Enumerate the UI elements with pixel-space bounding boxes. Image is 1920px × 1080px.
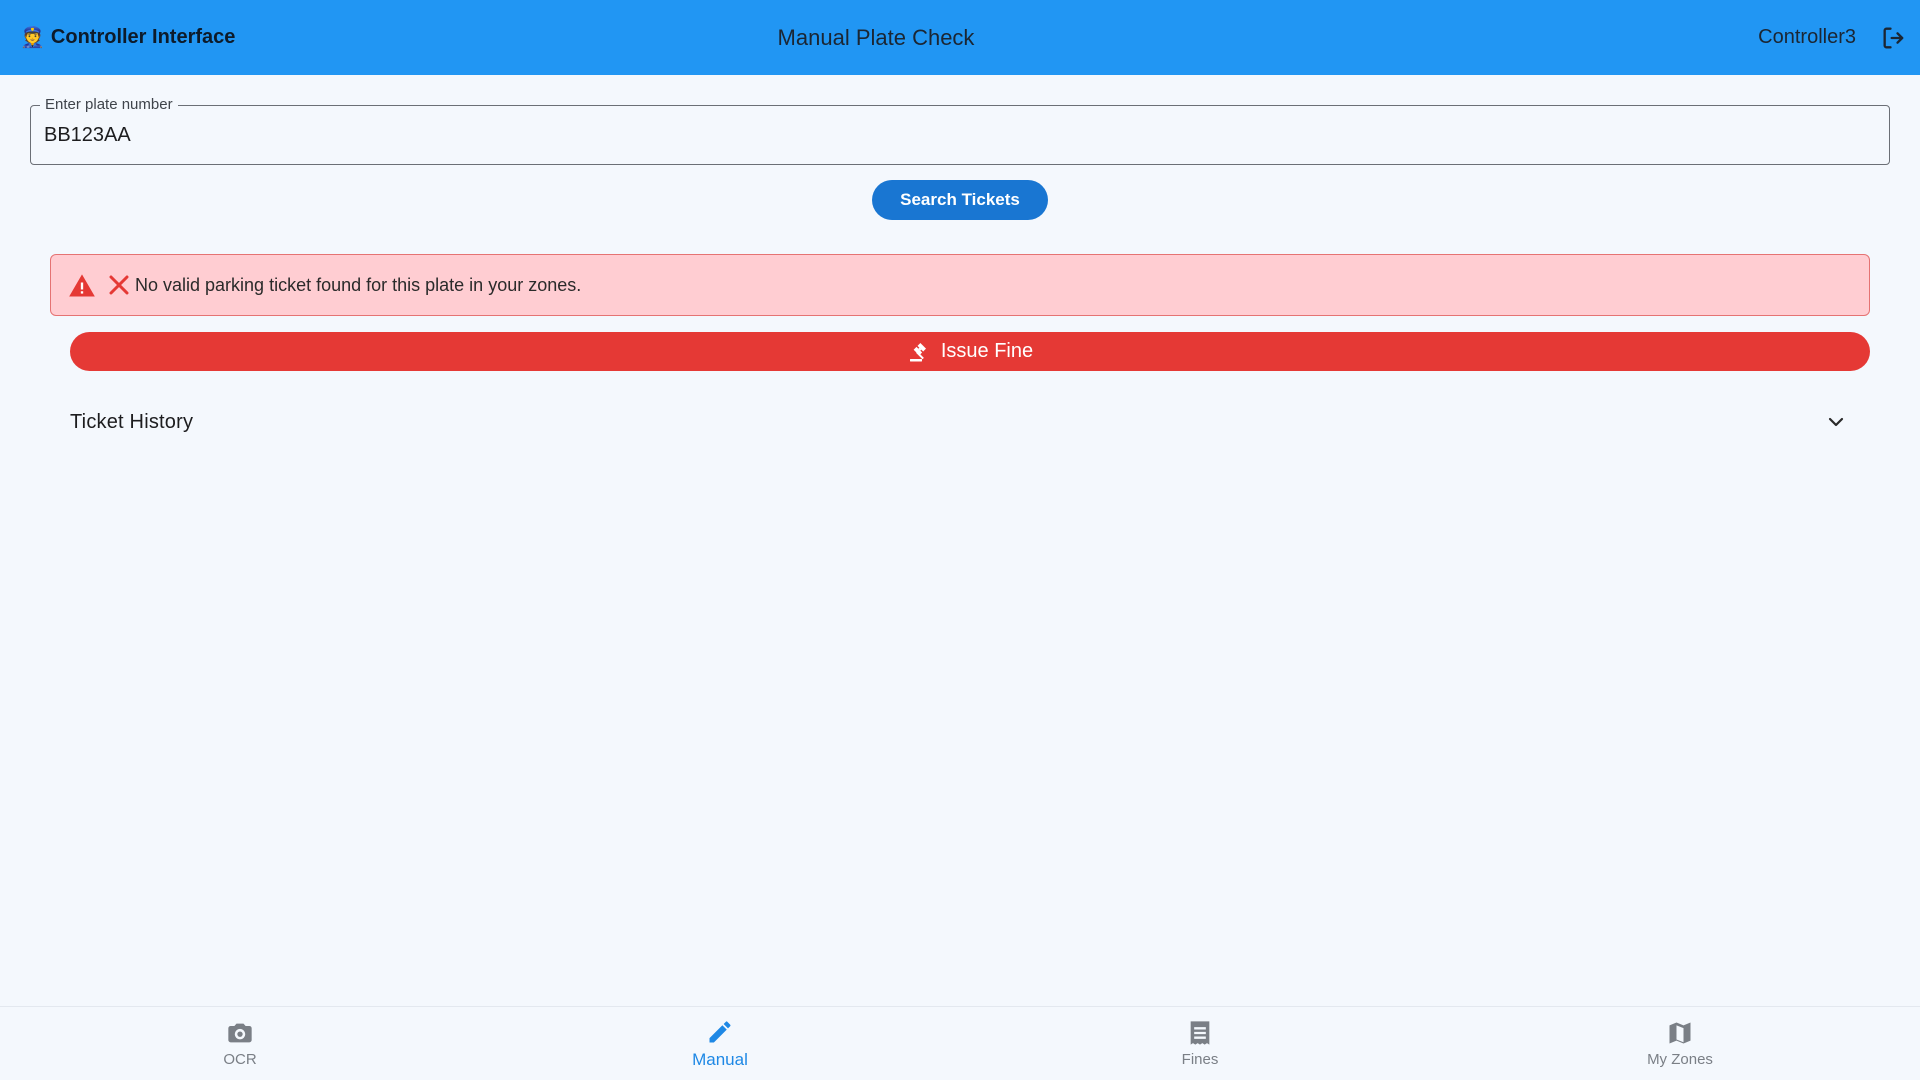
no-ticket-alert: No valid parking ticket found for this p…	[50, 254, 1870, 316]
app-bar: 👮 Controller Interface Manual Plate Chec…	[0, 0, 1920, 75]
ticket-history-expander[interactable]: Ticket History	[70, 400, 1850, 444]
nav-item-ocr[interactable]: OCR	[0, 1007, 480, 1080]
nav-label-my-zones: My Zones	[1647, 1051, 1713, 1068]
nav-item-fines[interactable]: Fines	[960, 1007, 1440, 1080]
nav-label-fines: Fines	[1181, 1051, 1219, 1068]
nav-label-ocr: OCR	[223, 1051, 257, 1068]
nav-item-manual[interactable]: Manual	[480, 1007, 960, 1080]
close-icon	[109, 275, 129, 295]
nav-label-manual: Manual	[692, 1049, 748, 1069]
gavel-icon	[909, 342, 926, 361]
issue-fine-button[interactable]: Issue Fine	[70, 332, 1870, 371]
user-name: Controller3	[1758, 26, 1856, 48]
nav-item-my-zones[interactable]: My Zones	[1440, 1007, 1920, 1080]
page-title: Manual Plate Check	[777, 24, 975, 50]
issue-fine-label: Issue Fine	[940, 340, 1034, 362]
logout-icon[interactable]	[1880, 24, 1908, 52]
search-tickets-button[interactable]: Search Tickets	[872, 180, 1048, 220]
chevron-down-icon	[1828, 417, 1844, 427]
ticket-history-label: Ticket History	[70, 410, 194, 433]
receipt-icon	[1190, 1021, 1210, 1045]
alert-message: No valid parking ticket found for this p…	[135, 274, 582, 295]
plate-field-label: Enter plate number	[40, 96, 178, 113]
pencil-icon	[709, 1020, 731, 1042]
warning-icon	[69, 274, 95, 297]
app-root: 👮 Controller Interface Manual Plate Chec…	[0, 0, 1920, 1080]
bottom-nav: OCR Manual Fines My Zones	[0, 1006, 1920, 1080]
plate-input[interactable]	[44, 120, 1864, 150]
map-icon	[1669, 1022, 1691, 1044]
camera-icon	[228, 1023, 252, 1043]
